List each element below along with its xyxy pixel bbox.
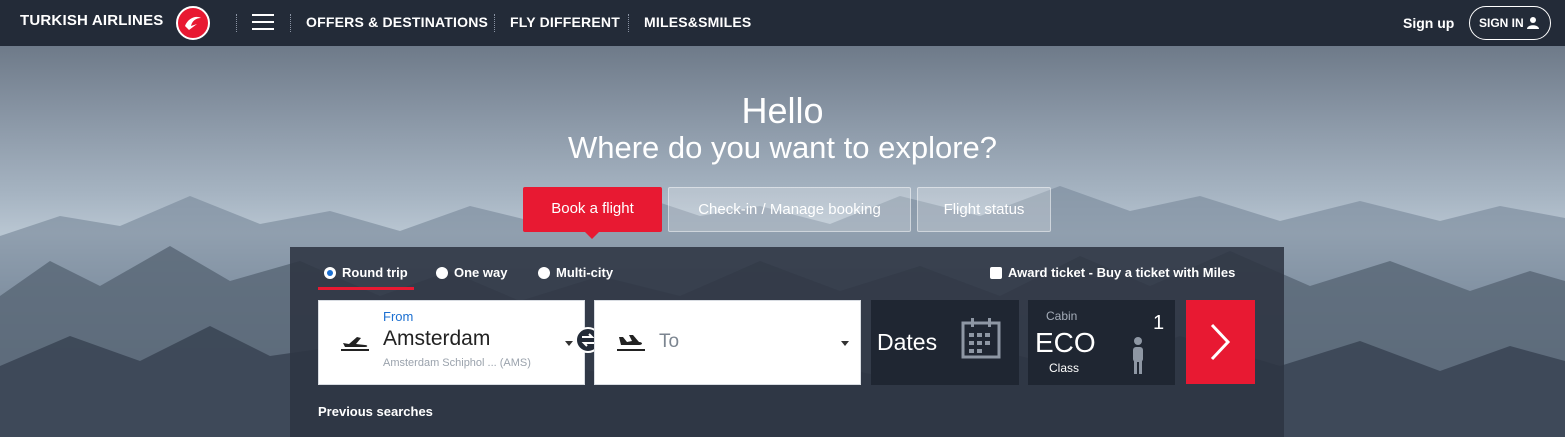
brand-name[interactable]: TURKISH AIRLINES [20,12,163,29]
cabin-passenger-field[interactable]: Cabin ECO Class 1 [1028,300,1175,385]
to-field[interactable]: To [594,300,861,385]
arrival-plane-icon [617,335,645,351]
selected-trip-underline [318,287,414,290]
chevron-down-icon[interactable] [565,341,573,346]
nav-separator [290,14,291,32]
trip-one-way-label: One way [454,265,508,280]
sign-in-button[interactable]: SIGN IN [1469,6,1551,40]
tab-flight-status[interactable]: Flight status [917,187,1051,232]
from-airport: Amsterdam Schiphol ... (AMS) [383,357,531,369]
chevron-right-icon [1210,323,1231,361]
trip-multi-city[interactable]: Multi-city [538,265,613,280]
nav-miles-smiles[interactable]: MILES&SMILES [644,14,751,30]
booking-panel: Round trip One way Multi-city Award tick… [290,247,1284,437]
tab-book-flight[interactable]: Book a flight [523,187,662,232]
trip-one-way[interactable]: One way [436,265,507,280]
trip-round-label: Round trip [342,265,408,280]
nav-separator [628,14,629,32]
chevron-down-icon[interactable] [841,341,849,346]
from-label: From [383,309,414,324]
radio-selected-icon [324,267,336,279]
award-checkbox[interactable] [990,267,1002,279]
sign-in-label: SIGN IN [1479,16,1524,30]
previous-searches-link[interactable]: Previous searches [318,404,433,419]
tab-checkin-manage[interactable]: Check-in / Manage booking [668,187,911,232]
trip-round[interactable]: Round trip [324,265,408,280]
calendar-icon [961,318,1001,359]
cabin-class-label: Class [1049,361,1080,375]
radio-icon [436,267,448,279]
cabin-value: ECO [1035,327,1096,358]
trip-multi-city-label: Multi-city [556,265,614,280]
nav-separator [494,14,495,32]
active-tab-caret [585,232,599,239]
award-label: Award ticket - Buy a ticket with Miles [1008,265,1236,280]
passenger-count: 1 [1153,312,1165,334]
nav-separator [236,14,237,32]
dates-label: Dates [877,329,938,355]
passenger-icon [1133,337,1143,374]
from-city: Amsterdam [383,327,491,350]
sign-up-link[interactable]: Sign up [1403,15,1454,31]
cabin-label: Cabin [1046,309,1078,323]
nav-fly-different[interactable]: FLY DIFFERENT [510,14,620,30]
hero-greeting: Hello [741,90,824,131]
award-ticket-option[interactable]: Award ticket - Buy a ticket with Miles [990,265,1235,280]
top-nav: TURKISH AIRLINES OFFERS & DESTINATIONS F… [0,0,1565,46]
menu-icon[interactable] [252,14,274,32]
nav-offers-destinations[interactable]: OFFERS & DESTINATIONS [306,14,488,30]
departure-plane-icon [341,337,369,351]
to-placeholder: To [659,331,680,352]
from-field[interactable]: From Amsterdam Amsterdam Schiphol ... (A… [318,300,585,385]
radio-icon [538,267,550,279]
dates-field[interactable]: Dates [871,300,1019,385]
user-icon [1527,17,1539,29]
hero-section: Hello Where do you want to explore? Book… [0,46,1565,437]
turkish-airlines-logo-icon[interactable] [176,6,210,40]
hero-subtitle: Where do you want to explore? [567,130,998,165]
search-flights-button[interactable] [1186,300,1255,384]
